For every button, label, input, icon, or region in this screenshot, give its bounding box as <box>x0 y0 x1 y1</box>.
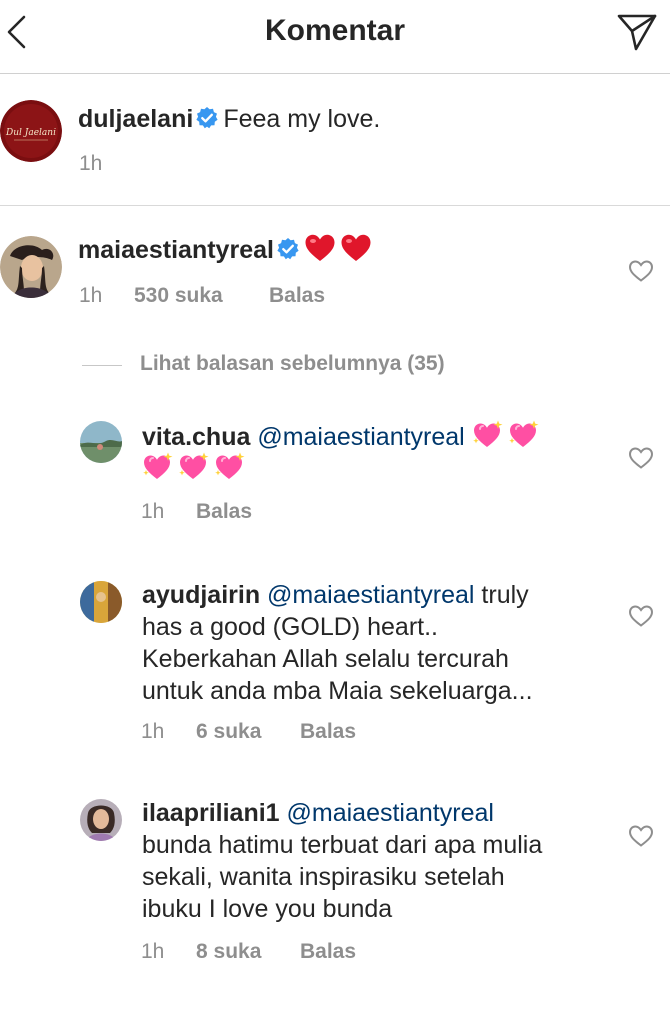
mention-link[interactable]: @maiaestiantyreal <box>257 423 464 451</box>
like-heart-icon[interactable] <box>628 824 654 848</box>
mention-link[interactable]: @maiaestiantyreal <box>287 799 494 827</box>
reply-username[interactable]: vita.chua <box>142 423 250 451</box>
caption-text: Feea my love. <box>223 105 381 133</box>
view-previous-replies[interactable]: Lihat balasan sebelumnya (35) <box>82 350 502 380</box>
divider-dash <box>82 365 122 366</box>
send-button[interactable] <box>616 12 658 52</box>
caption-line: duljaelani Feea my love. <box>78 104 380 135</box>
avatar-logo-text: Dul Jaelani <box>5 128 56 138</box>
reply-button[interactable]: Balas <box>269 284 325 308</box>
reply-time: 1h <box>141 720 165 743</box>
paper-plane-icon <box>617 14 657 51</box>
avatar[interactable]: Dul Jaelani <box>0 100 62 162</box>
reply-line-2: bunda hatimu terbuat dari apa mulia <box>142 831 543 859</box>
reply-username[interactable]: ilaapriliani1 <box>142 799 280 827</box>
reply-text: truly <box>481 581 529 609</box>
reply-line-1: ilaapriliani1 @maiaestiantyreal <box>142 798 494 829</box>
sparkling-heart-emoji-icon <box>142 452 174 482</box>
comment-username[interactable]: maiaestiantyreal <box>78 236 274 264</box>
reply-line-1: ayudjairin @maiaestiantyreal truly <box>142 580 529 611</box>
reply-meta: 1h Balas <box>141 500 252 524</box>
reply-line-4: untuk anda mba Maia sekeluarga... <box>142 677 533 705</box>
reply-line-1: vita.chua @maiaestiantyreal <box>142 420 544 453</box>
reply-meta: 1h 8 suka Balas <box>141 940 356 964</box>
reply-likes[interactable]: 6 suka <box>196 720 300 744</box>
comment-time: 1h <box>79 284 103 307</box>
caption-meta: 1h <box>79 152 102 176</box>
avatar[interactable] <box>0 236 62 298</box>
reply-button[interactable]: Balas <box>196 500 252 524</box>
reply-line-2: has a good (GOLD) heart.. <box>142 613 438 641</box>
reply-button[interactable]: Balas <box>300 940 356 964</box>
top-bar: Komentar <box>0 0 670 74</box>
reply-line-3: Keberkahan Allah selalu tercurah <box>142 645 509 673</box>
view-previous-label: Lihat balasan sebelumnya (35) <box>140 352 445 375</box>
verified-badge-icon <box>195 106 219 130</box>
caption-time: 1h <box>79 152 103 175</box>
like-heart-icon[interactable] <box>628 446 654 470</box>
red-heart-emoji-icon <box>340 233 372 263</box>
caption-username[interactable]: duljaelani <box>78 105 193 133</box>
reply-line-3: sekali, wanita inspirasiku setelah <box>142 863 505 891</box>
reply-time: 1h <box>141 500 165 523</box>
avatar[interactable] <box>80 421 122 463</box>
like-heart-icon[interactable] <box>628 259 654 283</box>
reply-button[interactable]: Balas <box>300 720 356 744</box>
reply-likes[interactable]: 8 suka <box>196 940 300 964</box>
sparkling-heart-emoji-icon <box>178 452 210 482</box>
post-caption: Dul Jaelani duljaelani Feea my love. 1h <box>0 74 670 206</box>
comment-likes[interactable]: 530 suka <box>134 284 269 308</box>
reply-time: 1h <box>141 940 165 963</box>
mention-link[interactable]: @maiaestiantyreal <box>267 581 474 609</box>
red-heart-emoji-icon <box>304 233 336 263</box>
comment-meta: 1h 530 suka Balas <box>79 284 325 308</box>
avatar[interactable] <box>80 581 122 623</box>
verified-badge-icon <box>276 237 300 261</box>
like-heart-icon[interactable] <box>628 604 654 628</box>
sparkling-heart-emoji-icon <box>508 420 540 450</box>
reply-meta: 1h 6 suka Balas <box>141 720 356 744</box>
page-title: Komentar <box>264 14 406 47</box>
avatar[interactable] <box>80 799 122 841</box>
reply-line-4: ibuku I love you bunda <box>142 895 393 923</box>
reply-username[interactable]: ayudjairin <box>142 581 260 609</box>
reply-line-2 <box>142 452 250 485</box>
sparkling-heart-emoji-icon <box>472 420 504 450</box>
sparkling-heart-emoji-icon <box>214 452 246 482</box>
comment-line: maiaestiantyreal <box>78 233 376 266</box>
